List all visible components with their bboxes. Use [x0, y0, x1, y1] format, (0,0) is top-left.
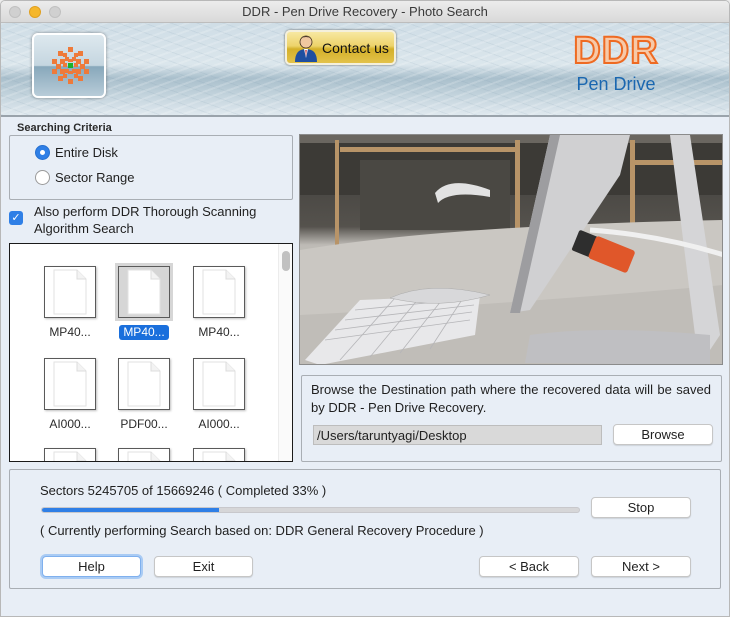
brand-logo: DDR Pen Drive [561, 30, 671, 95]
thorough-scan-label: Also perform DDR Thorough Scanning Algor… [34, 204, 257, 236]
destination-panel: Browse the Destination path where the re… [301, 375, 722, 462]
searching-criteria-legend: Searching Criteria [13, 122, 116, 134]
file-name-label: PDF00... [120, 417, 168, 431]
brand-name: DDR [572, 30, 659, 72]
document-icon [202, 451, 236, 461]
file-thumbnail [118, 358, 170, 410]
file-name-label: AI000... [49, 417, 91, 431]
sectors-progress-text: Sectors 5245705 of 15669246 ( Completed … [40, 483, 327, 498]
file-item[interactable]: MP40... [35, 266, 105, 341]
file-item[interactable]: MP40... [184, 266, 254, 341]
radio-sector-range[interactable]: Sector Range [35, 168, 135, 186]
scan-progress-bar [41, 507, 580, 513]
recovered-files-list[interactable]: MP40... MP40... MP40... AI000... PDF00... AI0… [9, 243, 293, 462]
file-item[interactable]: MP40... [109, 266, 179, 341]
exit-button[interactable]: Exit [154, 556, 253, 577]
file-thumbnail [44, 448, 96, 461]
pen-drive-photo-illustration [300, 135, 722, 364]
file-thumbnail [193, 448, 245, 461]
radio-button[interactable] [35, 169, 50, 185]
header-banner: Contact us DDR Pen Drive [1, 23, 729, 117]
file-item[interactable] [35, 448, 105, 461]
file-name-label: MP40... [198, 325, 240, 339]
file-item[interactable]: AI000... [184, 358, 254, 433]
file-name-label: MP40... [49, 325, 91, 339]
document-icon [53, 451, 87, 461]
radio-button-selected[interactable] [35, 144, 50, 160]
file-item[interactable] [184, 448, 254, 461]
document-icon [53, 269, 87, 315]
app-window: DDR - Pen Drive Recovery - Photo Search [0, 0, 730, 617]
destination-path-input[interactable] [313, 425, 602, 445]
maximize-window-button[interactable] [49, 6, 61, 18]
progress-panel: Sectors 5245705 of 15669246 ( Completed … [9, 469, 721, 589]
document-icon [127, 361, 161, 407]
document-icon [127, 269, 161, 315]
scrollbar-thumb[interactable] [282, 251, 290, 271]
app-logo [32, 33, 106, 98]
title-bar: DDR - Pen Drive Recovery - Photo Search [1, 1, 729, 23]
close-window-button[interactable] [9, 6, 21, 18]
contact-us-button[interactable]: Contact us [285, 30, 396, 65]
contact-us-label: Contact us [322, 40, 389, 56]
product-photo [299, 134, 723, 365]
document-icon [202, 269, 236, 315]
help-button[interactable]: Help [42, 556, 141, 577]
stop-button[interactable]: Stop [591, 497, 691, 518]
brand-subtitle: Pen Drive [576, 74, 656, 94]
file-name-label: AI000... [198, 417, 240, 431]
radio-label: Entire Disk [55, 144, 118, 160]
next-button[interactable]: Next > [591, 556, 691, 577]
vertical-scrollbar[interactable] [278, 244, 292, 461]
radio-label: Sector Range [55, 169, 135, 185]
scan-progress-fill [42, 508, 220, 512]
document-icon [202, 361, 236, 407]
file-thumbnail [44, 358, 96, 410]
person-icon [295, 35, 317, 62]
file-item[interactable]: PDF00... [109, 358, 179, 433]
destination-description: Browse the Destination path where the re… [311, 382, 711, 415]
current-procedure-text: ( Currently performing Search based on: … [40, 523, 484, 538]
file-thumbnail [193, 358, 245, 410]
window-title: DDR - Pen Drive Recovery - Photo Search [242, 4, 488, 19]
checkbox-checked[interactable]: ✓ [9, 211, 23, 225]
document-icon [53, 361, 87, 407]
browse-button[interactable]: Browse [613, 424, 713, 445]
app-logo-icon [52, 47, 89, 84]
file-item[interactable]: AI000... [35, 358, 105, 433]
file-thumbnail [118, 266, 170, 318]
file-name-label: MP40... [119, 325, 169, 340]
document-icon [127, 451, 161, 461]
radio-entire-disk[interactable]: Entire Disk [35, 143, 118, 161]
file-item[interactable] [109, 448, 179, 461]
file-thumbnail [193, 266, 245, 318]
back-button[interactable]: < Back [479, 556, 579, 577]
file-thumbnail [44, 266, 96, 318]
minimize-window-button[interactable] [29, 6, 41, 18]
file-thumbnail [118, 448, 170, 461]
